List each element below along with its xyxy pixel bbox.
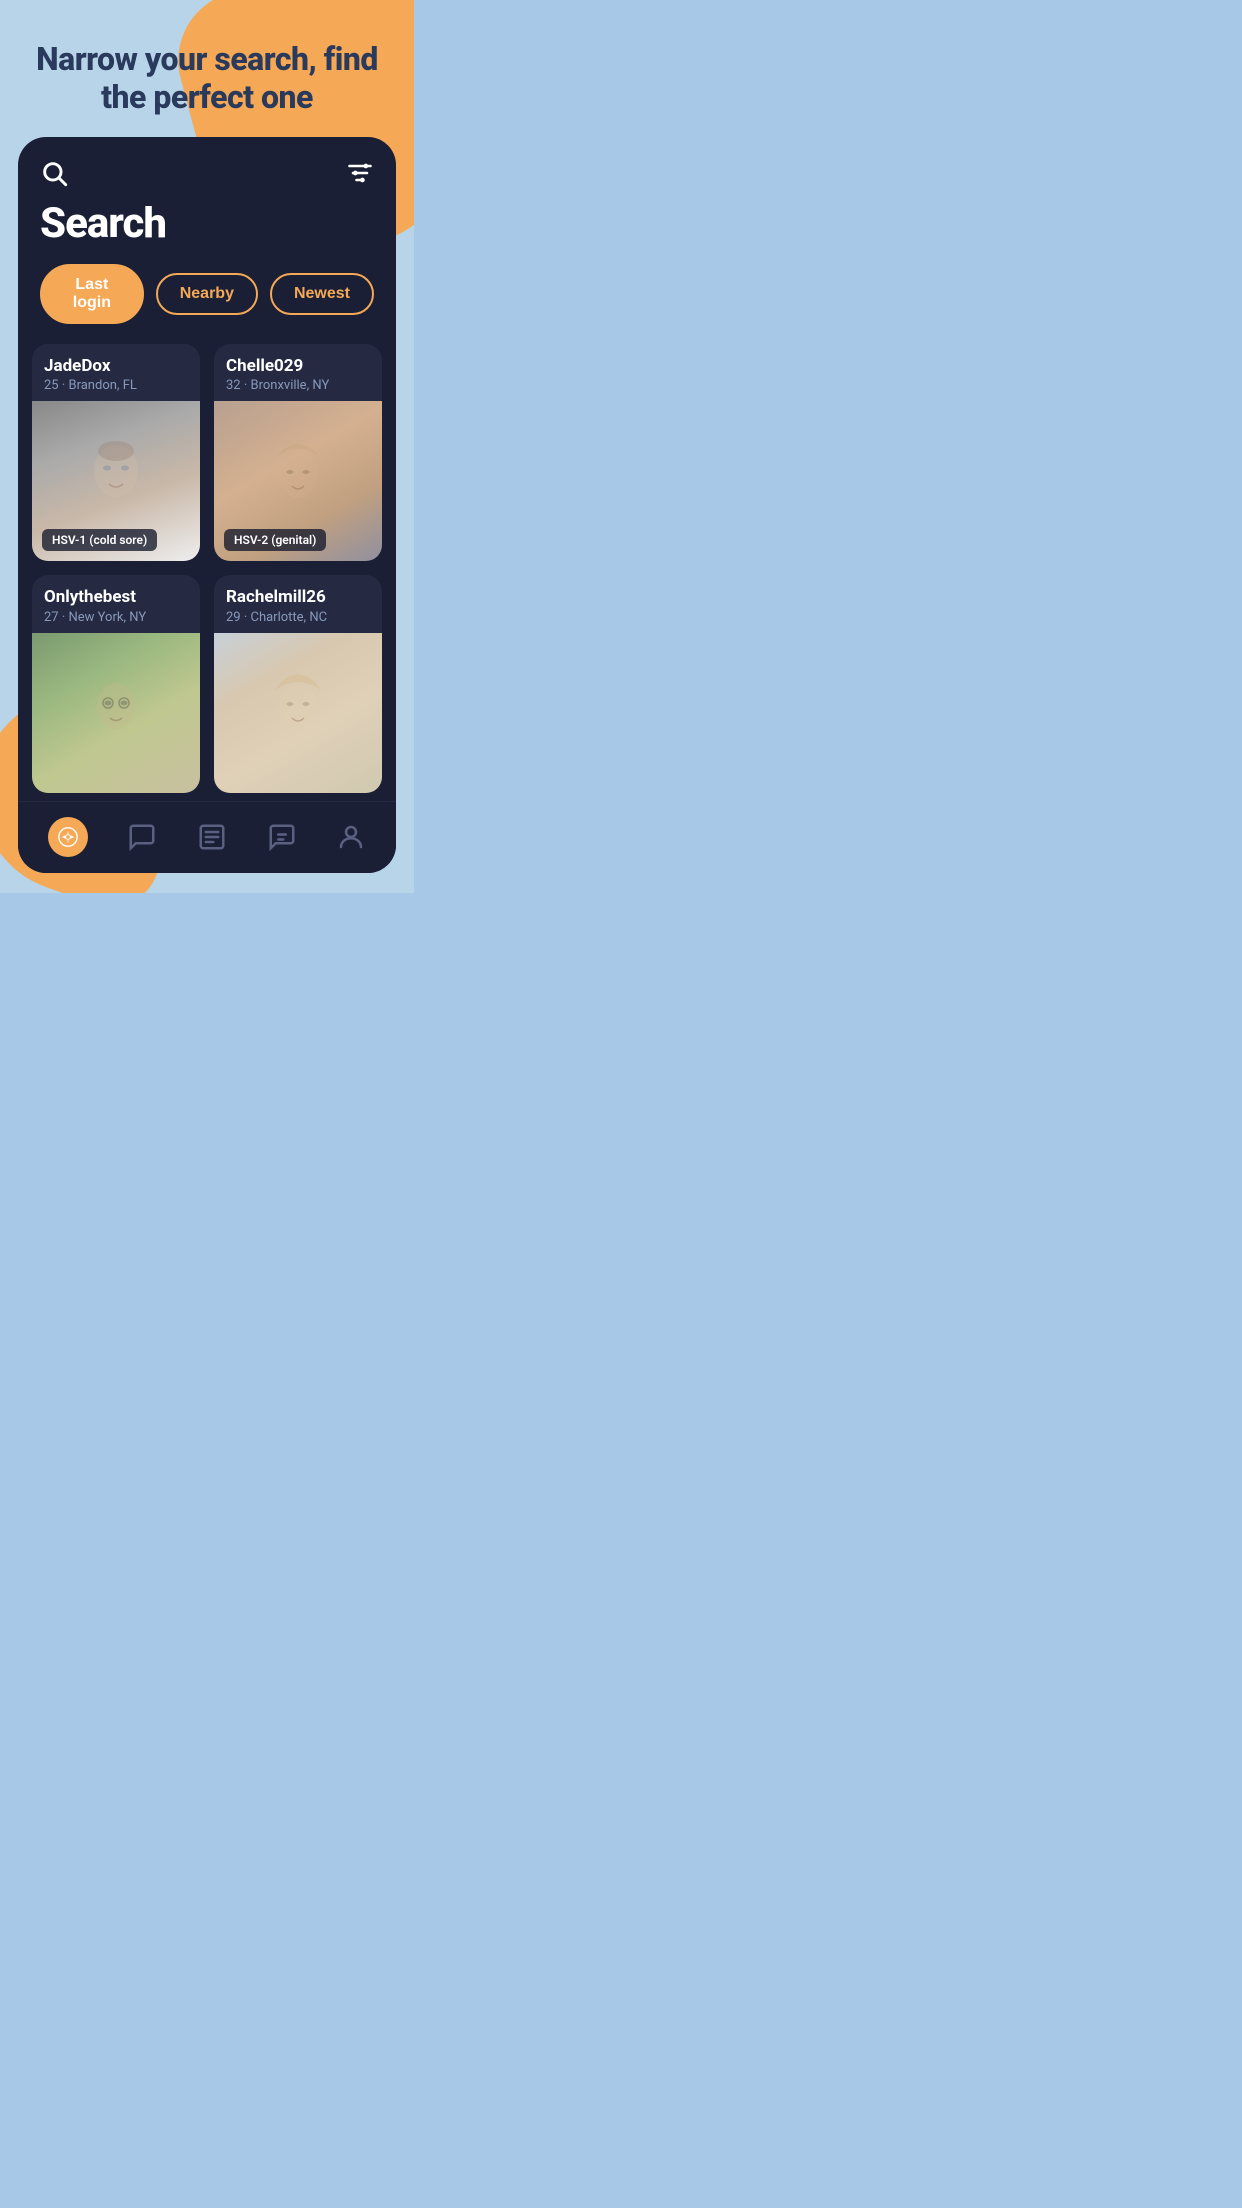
filter-tabs: Last login Nearby Newest [18, 264, 396, 344]
profile-info-chelle029: Chelle029 32 · Bronxville, NY [214, 344, 382, 401]
profile-image-rachelmill26 [214, 633, 382, 793]
filter-icon[interactable] [346, 159, 374, 187]
profile-info-onlythebest: Onlythebest 27 · New York, NY [32, 575, 200, 632]
nav-item-compass[interactable] [34, 809, 102, 865]
profile-info-rachelmill26: Rachelmill26 29 · Charlotte, NC [214, 575, 382, 632]
page-title: Search [18, 195, 396, 264]
profile-card-onlythebest[interactable]: Onlythebest 27 · New York, NY [32, 575, 200, 792]
profile-meta-chelle029: 32 · Bronxville, NY [226, 378, 370, 393]
app-wrapper: Narrow your search, find the perfect one [0, 0, 414, 893]
headline-line1: Narrow your search, find [36, 40, 378, 78]
nav-item-messages[interactable] [253, 814, 311, 860]
tab-newest[interactable]: Newest [270, 273, 374, 315]
compass-icon [48, 817, 88, 857]
profile-meta-jadedox: 25 · Brandon, FL [44, 378, 188, 393]
hero-headline: Narrow your search, find the perfect one [0, 0, 414, 137]
profile-tag-chelle029: HSV-2 (genital) [224, 529, 326, 551]
profile-image-chelle029: HSV-2 (genital) [214, 401, 382, 561]
headline-line2: the perfect one [101, 78, 313, 116]
tab-last-login[interactable]: Last login [40, 264, 144, 324]
bottom-nav [18, 801, 396, 873]
profile-card-rachelmill26[interactable]: Rachelmill26 29 · Charlotte, NC [214, 575, 382, 792]
profile-meta-rachelmill26: 29 · Charlotte, NC [226, 610, 370, 625]
profile-name-jadedox: JadeDox [44, 356, 188, 376]
profile-image-onlythebest [32, 633, 200, 793]
profile-info-jadedox: JadeDox 25 · Brandon, FL [32, 344, 200, 401]
search-icon[interactable] [40, 159, 68, 187]
profile-meta-onlythebest: 27 · New York, NY [44, 610, 188, 625]
profile-image-jadedox: HSV-1 (cold sore) [32, 401, 200, 561]
phone-card: Search Last login Nearby Newest JadeDox … [18, 137, 396, 873]
nav-item-profile[interactable] [322, 814, 380, 860]
profile-name-onlythebest: Onlythebest [44, 587, 188, 607]
tab-nearby[interactable]: Nearby [156, 273, 258, 315]
profile-card-chelle029[interactable]: Chelle029 32 · Bronxville, NY [214, 344, 382, 561]
profile-name-chelle029: Chelle029 [226, 356, 370, 376]
nav-item-chat[interactable] [113, 814, 171, 860]
profiles-grid: JadeDox 25 · Brandon, FL [18, 344, 396, 793]
nav-item-news[interactable] [183, 814, 241, 860]
profile-name-rachelmill26: Rachelmill26 [226, 587, 370, 607]
profile-tag-jadedox: HSV-1 (cold sore) [42, 529, 157, 551]
top-bar [18, 137, 396, 195]
profile-card-jadedox[interactable]: JadeDox 25 · Brandon, FL [32, 344, 200, 561]
